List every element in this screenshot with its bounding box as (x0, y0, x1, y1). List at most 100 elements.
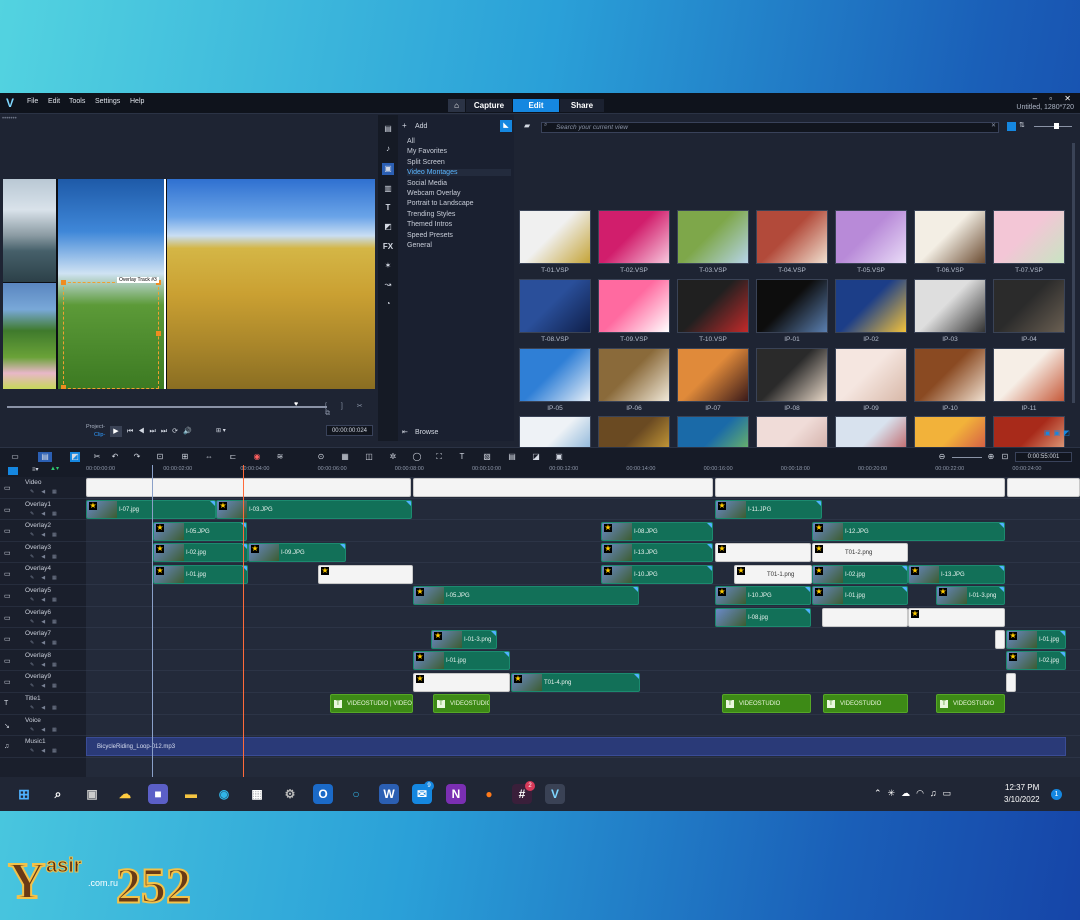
media-clip[interactable]: ★ I-13.JPG (601, 543, 713, 563)
template-thumbnail[interactable] (598, 348, 670, 402)
browse-button[interactable]: Browse (415, 429, 438, 436)
title-icon[interactable]: T (382, 202, 394, 214)
menu-file[interactable]: File (27, 98, 38, 105)
tool-icon-15[interactable]: ▤ (507, 452, 517, 462)
timeline-ruler[interactable]: 00:00:00:00 00:00:02:00 00:00:04:00 00:00:0… (86, 465, 1080, 477)
tool-icon-14[interactable]: ▧ (482, 452, 492, 462)
system-tray-icons[interactable]: ⌃✳☁◠♫▭ (874, 788, 957, 799)
thumb-size-slider[interactable] (1034, 126, 1072, 127)
tool-icon-7[interactable]: ⊙ (316, 452, 326, 462)
media-clip[interactable]: ★ I-03.JPG (216, 499, 412, 519)
add-button[interactable]: Add (415, 123, 427, 130)
media-clip[interactable]: ★ I-01.jpg (812, 586, 908, 606)
track-control-icons[interactable]: ✎◀▦ (30, 748, 64, 754)
record-icon[interactable]: ◉ (252, 452, 262, 462)
template-thumbnail[interactable] (519, 348, 591, 402)
chapter-icon[interactable]: ≡▾ (32, 466, 39, 473)
overlay-image-wheat[interactable] (167, 179, 375, 389)
notification-badge[interactable]: 1 (1051, 789, 1062, 800)
tool-icon-10[interactable]: ✲ (388, 452, 398, 462)
tool-icon-11[interactable]: ◯ (412, 452, 422, 462)
zoom-slider[interactable] (952, 457, 982, 458)
aspect-icon[interactable]: ⊞ ▾ (216, 427, 226, 434)
list-view-icon[interactable] (1007, 122, 1016, 131)
search-input[interactable]: Search your current view (541, 122, 999, 133)
media-clip[interactable] (413, 478, 713, 498)
media-clip[interactable]: ★ (413, 672, 510, 692)
media-clip[interactable]: ★ T01-2.png (812, 543, 908, 563)
clock-time[interactable]: 12:37 PM (1005, 783, 1039, 792)
category-split-screen[interactable]: Split Screen (407, 159, 445, 166)
media-clip[interactable]: ★ I-12.JPG (812, 521, 1005, 541)
play-button[interactable]: ▶ (110, 426, 122, 437)
track-header[interactable]: ▭ Overlay8 ✎◀▦ (0, 650, 86, 672)
category-speed-presets[interactable]: Speed Presets (407, 232, 453, 239)
media-clip[interactable] (822, 607, 908, 627)
tool-icon-9[interactable]: ◫ (364, 452, 374, 462)
title-clip[interactable]: VIDEOSTUDIO T (722, 694, 811, 714)
template-thumbnail[interactable] (835, 279, 907, 333)
media-clip[interactable]: ★ I-01.jpg (413, 651, 510, 671)
media-clip[interactable]: ★ I-11.JPG (715, 499, 822, 519)
music-clip[interactable]: BicycleRiding_Loop-012.mp3 (86, 737, 1066, 757)
track-type-icon[interactable]: ▭ (4, 678, 11, 686)
media-clip[interactable]: ★ I-01-3.png (431, 629, 497, 649)
trim-markers-icon[interactable]: [ ] ✂ ⧉ (325, 402, 377, 418)
clear-search-icon[interactable]: ✕ (991, 122, 996, 129)
timeline-tracks[interactable]: ★ I-07.jpg ★ I-03.JPG ★ I-11.JPG ★ I-05.JPG ★ I-0… (86, 465, 1080, 777)
template-thumbnail[interactable] (677, 279, 749, 333)
overlay-image-village[interactable] (3, 179, 56, 282)
category-trending-styles[interactable]: Trending Styles (407, 211, 455, 218)
media-clip[interactable] (995, 629, 1005, 649)
template-thumbnail[interactable] (993, 279, 1065, 333)
media-clip[interactable]: ★ (318, 564, 413, 584)
track-header[interactable]: ♫ Music1 ✎◀▦ (0, 736, 86, 758)
track-type-icon[interactable]: ▭ (4, 592, 11, 600)
start-icon[interactable]: ⊞ (14, 784, 34, 804)
category-general[interactable]: General (407, 242, 432, 249)
home-tab-icon[interactable]: ⌂ (448, 99, 465, 112)
track-control-icons[interactable]: ✎◀▦ (30, 532, 64, 538)
track-type-icon[interactable]: ▭ (4, 635, 11, 643)
project-mode-label[interactable]: Project- (86, 424, 105, 430)
tool-icon-8[interactable]: ▦ (340, 452, 350, 462)
track-control-icons[interactable]: ✎◀▦ (30, 511, 64, 517)
track-header[interactable]: ▭ Overlay5 ✎◀▦ (0, 585, 86, 607)
clock-date[interactable]: 3/10/2022 (1004, 795, 1040, 804)
scrub-handle-icon[interactable]: ♥ (294, 401, 298, 408)
folder-icon[interactable]: ▰ (524, 121, 530, 130)
graphics-icon[interactable]: ◩ (382, 221, 394, 233)
sort-icon[interactable]: ⇅ (1019, 121, 1025, 129)
track-type-icon[interactable]: ↘ (4, 722, 10, 730)
track-type-icon[interactable]: ♫ (4, 743, 9, 750)
file-explorer-icon[interactable]: ▬ (181, 784, 201, 804)
task-view-icon[interactable]: ▣ (82, 784, 102, 804)
window-controls[interactable]: ‒ ▫ ✕ (1033, 94, 1076, 103)
media-clip[interactable]: ★ I-08.JPG (601, 521, 713, 541)
template-thumbnail[interactable] (598, 279, 670, 333)
template-thumbnail[interactable] (993, 348, 1065, 402)
media-clip[interactable]: ★ I-10.JPG (601, 564, 713, 584)
videostudio-taskbar-icon[interactable]: V (545, 784, 565, 804)
track-control-icons[interactable]: ✎◀▦ (30, 640, 64, 646)
tool-icon-1[interactable]: ◩ (70, 452, 80, 462)
track-type-icon[interactable]: ▭ (4, 657, 11, 665)
onenote-icon[interactable]: N (446, 784, 466, 804)
instant-project-icon[interactable]: ♪ (382, 143, 394, 155)
template-thumbnail[interactable] (756, 210, 828, 264)
track-header[interactable]: ▭ Overlay7 ✎◀▦ (0, 628, 86, 650)
tool-icon-3[interactable]: ⊞ (180, 452, 190, 462)
preview-canvas[interactable]: Overlay Track #3 (3, 179, 375, 389)
grid-bottom-icons[interactable]: ▣▣◩ (1044, 429, 1073, 437)
category-social-media[interactable]: Social Media (407, 180, 447, 187)
fx-icon[interactable]: FX (382, 241, 394, 253)
title-clip[interactable]: VIDEOSTUDIO T (936, 694, 1005, 714)
particle-icon[interactable]: ✶ (382, 260, 394, 272)
menu-edit[interactable]: Edit (48, 98, 60, 105)
media-clip[interactable]: ★ I-01.jpg (153, 564, 248, 584)
grid-scrollbar[interactable] (1072, 143, 1075, 403)
overlay-image-flowers[interactable] (3, 283, 56, 389)
media-clip[interactable]: ★ (908, 607, 1005, 627)
tool-icon-2[interactable]: ⊡ (155, 452, 165, 462)
track-control-icons[interactable]: ✎◀▦ (30, 683, 64, 689)
